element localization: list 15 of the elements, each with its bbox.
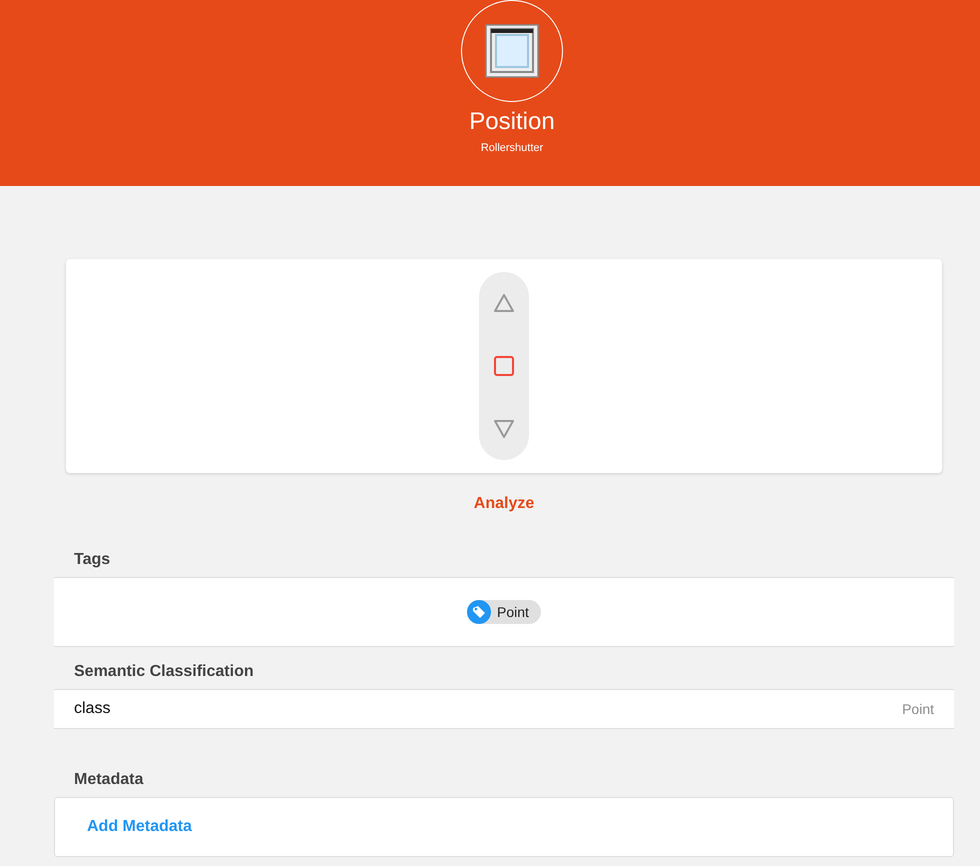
- item-type: Rollershutter: [480, 142, 544, 154]
- stop-icon: [493, 354, 515, 377]
- window-icon: [485, 24, 539, 78]
- triangle-up-icon: [493, 292, 515, 314]
- section-heading: Tags: [73, 550, 112, 570]
- section-heading: Metadata: [73, 770, 144, 790]
- analyze-link[interactable]: Analyze: [474, 495, 534, 512]
- tag-icon: [467, 600, 492, 624]
- property-value: Point: [902, 701, 934, 717]
- property-name: class: [74, 700, 110, 718]
- triangle-down-icon: [493, 418, 515, 440]
- tag-chip[interactable]: Point: [467, 600, 541, 624]
- add-metadata-link[interactable]: Add Metadata: [87, 818, 192, 836]
- item-title: Position: [469, 108, 555, 136]
- section-heading: Semantic Classification: [73, 662, 255, 682]
